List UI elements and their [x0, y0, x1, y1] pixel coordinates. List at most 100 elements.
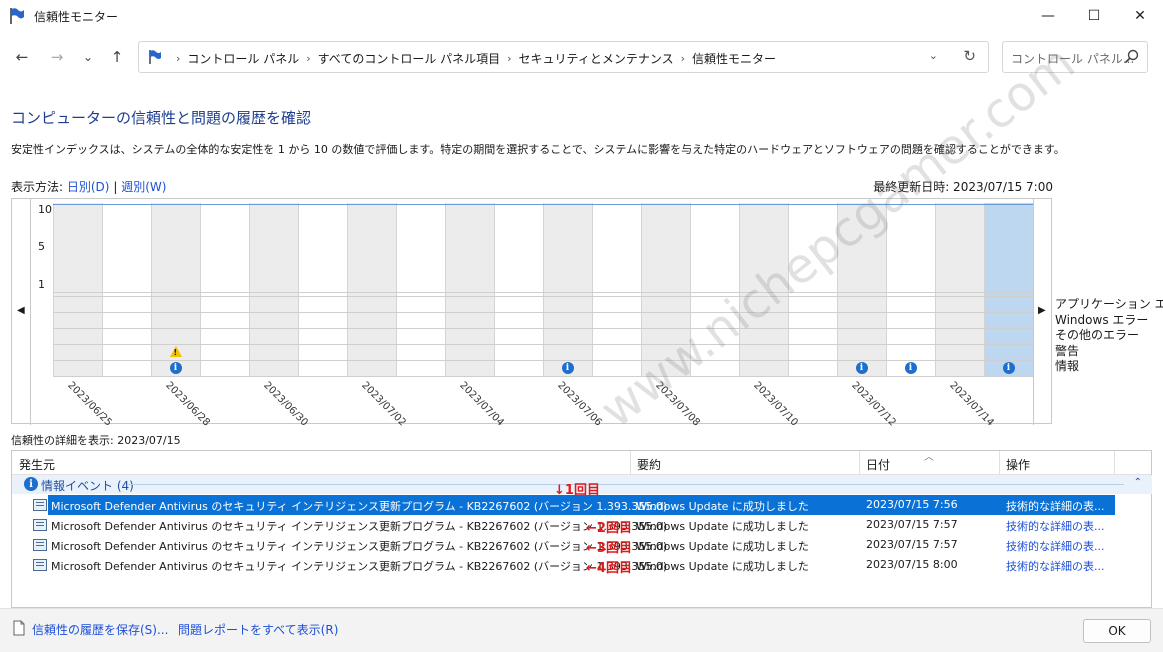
x-tick-label: 2023/06/25 [65, 380, 114, 429]
chart-column[interactable] [53, 203, 102, 376]
view-mode-selector: 表示方法: 日別(D) | 週別(W) [11, 178, 166, 195]
cell-action-link[interactable]: 技術的な詳細の表... [1006, 538, 1105, 554]
address-dropdown-button[interactable]: ⌄ [929, 49, 938, 62]
x-tick-label: 2023/07/06 [555, 380, 604, 429]
recent-locations-button[interactable]: ⌄ [77, 46, 99, 68]
legend-other-errors: その他のエラー [1055, 328, 1140, 342]
window-title: 信頼性モニター [34, 10, 119, 24]
table-row[interactable]: Microsoft Defender Antivirus のセキュリティ インテ… [12, 495, 1152, 515]
search-input[interactable]: コントロール パネル... [1002, 41, 1148, 73]
chart-gridline [298, 203, 299, 376]
address-bar[interactable]: › コントロール パネル › すべてのコントロール パネル項目 › セキュリティ… [138, 41, 989, 73]
page-description: 安定性インデックスは、システムの全体的な安定性を 1 から 10 の数値で評価し… [11, 143, 1065, 156]
y-tick-label: 1 [38, 278, 45, 291]
chart-column-selected[interactable] [984, 203, 1033, 376]
chart-row-divider [53, 312, 1033, 313]
cell-summary: Windows Update に成功しました [636, 560, 809, 573]
stability-index-line [53, 204, 1033, 205]
x-tick-label: 2023/07/12 [849, 380, 898, 429]
footer: 信頼性の履歴を保存(S)... 問題レポートをすべて表示(R) OK [0, 608, 1163, 652]
chart-column[interactable] [935, 203, 984, 376]
cell-date: 2023/07/15 7:57 [866, 518, 958, 531]
x-tick-label: 2023/06/28 [163, 380, 212, 429]
breadcrumb-separator[interactable]: › [507, 52, 511, 65]
chart-gridline [396, 203, 397, 376]
column-divider[interactable] [1114, 451, 1115, 475]
column-action[interactable]: 操作 [1006, 456, 1030, 473]
back-button[interactable]: ← [11, 46, 33, 68]
chart-column[interactable] [298, 203, 347, 376]
column-divider[interactable] [630, 451, 631, 475]
maximize-button[interactable]: ☐ [1071, 0, 1117, 32]
chart-right-border [1033, 199, 1034, 425]
table-header: 発生元 要約 日付 ︿ 操作 [12, 451, 1151, 475]
update-icon [33, 519, 47, 531]
chart-gridline [445, 203, 446, 376]
group-label: 情報イベント (4) [41, 479, 134, 493]
column-source[interactable]: 発生元 [19, 456, 55, 473]
column-summary[interactable]: 要約 [637, 456, 661, 473]
breadcrumb: › コントロール パネル › すべてのコントロール パネル項目 › セキュリティ… [169, 50, 776, 67]
refresh-button[interactable]: ↻ [963, 47, 976, 65]
save-history-link[interactable]: 信頼性の履歴を保存(S)... [32, 621, 168, 638]
search-icon [1124, 49, 1139, 64]
chart-column[interactable] [788, 203, 837, 376]
chart-column[interactable] [347, 203, 396, 376]
chart-gridline [494, 203, 495, 376]
ok-button[interactable]: OK [1083, 619, 1151, 643]
minimize-button[interactable]: — [1025, 0, 1071, 32]
update-icon [33, 499, 47, 511]
breadcrumb-control-panel[interactable]: コントロール パネル [187, 50, 299, 67]
chart-column[interactable] [445, 203, 494, 376]
chart-column[interactable] [249, 203, 298, 376]
cell-summary: Windows Update に成功しました [636, 520, 809, 533]
view-all-reports-link[interactable]: 問題レポートをすべて表示(R) [178, 621, 338, 638]
breadcrumb-all-items[interactable]: すべてのコントロール パネル項目 [318, 50, 501, 67]
chart-scroll-right-icon[interactable]: ▶ [1038, 305, 1046, 316]
chart-column[interactable] [200, 203, 249, 376]
chart-column[interactable] [886, 203, 935, 376]
table-row[interactable]: Microsoft Defender Antivirus のセキュリティ インテ… [12, 535, 1152, 555]
chart-column[interactable] [396, 203, 445, 376]
breadcrumb-separator[interactable]: › [681, 52, 685, 65]
y-tick-label: 10 [38, 203, 52, 216]
view-daily-link[interactable]: 日別(D) [67, 180, 110, 194]
update-icon [33, 539, 47, 551]
chart-column[interactable] [837, 203, 886, 376]
cell-action-link[interactable]: 技術的な詳細の表... [1006, 518, 1105, 534]
column-divider[interactable] [859, 451, 860, 475]
info-event-icon[interactable]: i [561, 362, 574, 374]
chart-column[interactable] [592, 203, 641, 376]
cell-summary: Windows Update に成功しました [636, 540, 809, 553]
chart-column[interactable] [641, 203, 690, 376]
close-button[interactable]: ✕ [1117, 0, 1163, 32]
breadcrumb-security-maintenance[interactable]: セキュリティとメンテナンス [519, 50, 674, 67]
collapse-chevron-icon[interactable]: ⌃ [1134, 477, 1142, 488]
table-row[interactable]: Microsoft Defender Antivirus のセキュリティ インテ… [12, 555, 1152, 575]
chart-gridline [53, 203, 54, 376]
info-event-icon[interactable]: i [904, 362, 917, 374]
info-event-icon[interactable]: i [855, 362, 868, 374]
chart-column[interactable] [102, 203, 151, 376]
chart-legend: アプリケーション エラー Windows エラー その他のエラー 警告 情報 [1055, 297, 1163, 375]
chart-scroll-left-icon[interactable]: ◀ [17, 305, 25, 316]
column-date[interactable]: 日付 [866, 456, 890, 473]
up-button[interactable]: ↑ [106, 46, 128, 68]
forward-button[interactable]: → [46, 46, 68, 68]
chart-column[interactable] [543, 203, 592, 376]
annotation-label: ←2回目 [586, 521, 632, 536]
cell-action-link[interactable]: 技術的な詳細の表... [1006, 498, 1105, 514]
column-divider[interactable] [999, 451, 1000, 475]
chart-column[interactable] [494, 203, 543, 376]
info-event-icon[interactable]: i [169, 362, 182, 374]
breadcrumb-separator[interactable]: › [306, 52, 310, 65]
chart-gridline [151, 203, 152, 376]
cell-action-link[interactable]: 技術的な詳細の表... [1006, 558, 1105, 574]
breadcrumb-reliability-monitor[interactable]: 信頼性モニター [692, 50, 776, 67]
chart-column[interactable] [690, 203, 739, 376]
chart-column[interactable] [739, 203, 788, 376]
view-weekly-link[interactable]: 週別(W) [121, 180, 166, 194]
table-row[interactable]: Microsoft Defender Antivirus のセキュリティ インテ… [12, 515, 1152, 535]
info-event-icon[interactable]: i [1002, 362, 1015, 374]
annotation-label: ↓1回目 [554, 483, 600, 498]
